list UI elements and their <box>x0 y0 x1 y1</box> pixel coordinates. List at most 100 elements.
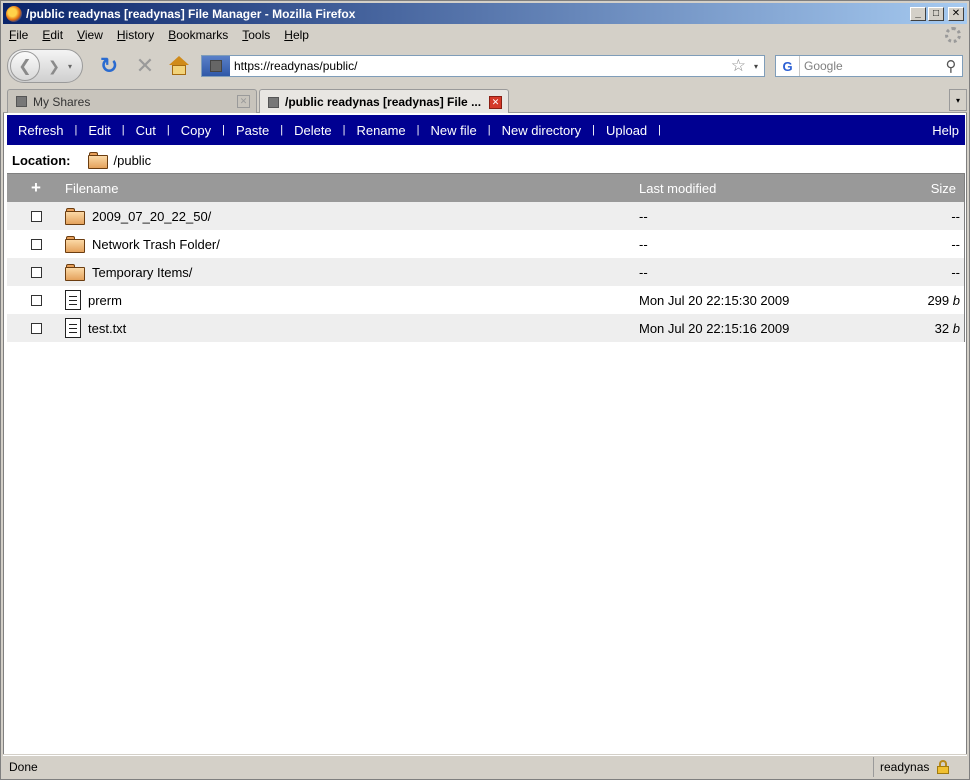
menu-help[interactable]: Help <box>284 28 309 42</box>
page-content: Refresh | Edit | Cut | Copy | Paste | De… <box>3 113 967 754</box>
upload-button[interactable]: Upload <box>595 123 658 138</box>
modified-cell: -- <box>639 236 648 252</box>
rename-button[interactable]: Rename <box>346 123 417 138</box>
new-file-button[interactable]: New file <box>420 123 488 138</box>
toolbar-separator: | <box>658 124 662 136</box>
document-icon <box>65 290 81 310</box>
tab-label: /public readynas [readynas] File ... <box>285 95 482 109</box>
status-text: Done <box>9 759 38 774</box>
home-icon <box>169 56 189 65</box>
tab-favicon-icon <box>268 96 279 108</box>
select-all-toggle[interactable]: + <box>7 178 65 198</box>
table-row: 2009_07_20_22_50/ -- -- <box>7 202 964 230</box>
tab-strip: My Shares ✕ /public readynas [readynas] … <box>3 87 967 114</box>
folder-icon <box>65 235 85 253</box>
forward-button[interactable]: ❯ <box>42 54 66 78</box>
size-cell: -- <box>951 208 960 224</box>
row-checkbox[interactable] <box>30 322 42 334</box>
file-name-link[interactable]: Temporary Items/ <box>92 265 192 280</box>
modified-cell: Mon Jul 20 22:15:16 2009 <box>639 320 790 336</box>
new-directory-button[interactable]: New directory <box>491 123 592 138</box>
window-title: /public readynas [readynas] File Manager… <box>26 6 356 21</box>
copy-button[interactable]: Copy <box>170 123 222 138</box>
row-checkbox[interactable] <box>30 266 42 278</box>
navigation-toolbar: ❮ ❯ ▾ ↻ ✕ https://readynas/public/ ☆ ▾ G… <box>3 47 967 85</box>
tab-close-icon[interactable]: ✕ <box>237 95 250 108</box>
bookmark-star-icon[interactable]: ☆ <box>731 56 746 76</box>
menu-file[interactable]: File <box>9 28 28 42</box>
menu-bar: File Edit View History Bookmarks Tools H… <box>3 25 967 45</box>
menu-view[interactable]: View <box>77 28 103 42</box>
modified-cell: -- <box>639 264 648 280</box>
size-cell: 299 b <box>927 292 960 308</box>
row-checkbox[interactable] <box>30 294 42 306</box>
modified-cell: -- <box>639 208 648 224</box>
tab-label: My Shares <box>33 94 91 109</box>
search-engine-icon[interactable]: G <box>776 56 800 76</box>
help-link[interactable]: Help <box>932 123 965 138</box>
edit-button[interactable]: Edit <box>77 123 121 138</box>
reload-button[interactable]: ↻ <box>97 53 121 79</box>
file-name-link[interactable]: 2009_07_20_22_50/ <box>92 209 211 224</box>
file-name-link[interactable]: prerm <box>88 293 122 308</box>
location-path[interactable]: /public <box>114 153 152 168</box>
lock-icon <box>937 759 950 774</box>
site-identity-button[interactable] <box>202 56 230 76</box>
back-forward-group: ❮ ❯ ▾ <box>7 49 83 83</box>
maximize-button[interactable]: □ <box>928 6 944 21</box>
size-cell: -- <box>951 236 960 252</box>
status-bar: Done readynas <box>3 755 967 777</box>
url-bar[interactable]: https://readynas/public/ ☆ ▾ <box>201 55 765 77</box>
column-size[interactable]: Size <box>869 181 964 196</box>
minimize-button[interactable]: _ <box>910 6 926 21</box>
menu-history[interactable]: History <box>117 28 154 42</box>
column-last-modified[interactable]: Last modified <box>639 181 869 196</box>
document-icon <box>65 318 81 338</box>
back-button[interactable]: ❮ <box>10 51 40 81</box>
location-label: Location: <box>12 152 71 168</box>
row-checkbox[interactable] <box>30 238 42 250</box>
search-input[interactable]: Google <box>800 59 940 73</box>
refresh-button[interactable]: Refresh <box>7 123 75 138</box>
search-bar[interactable]: G Google ⚲ <box>775 55 963 77</box>
folder-icon <box>65 263 85 281</box>
location-bar: Location: /public <box>7 147 965 173</box>
site-favicon-icon <box>210 60 222 72</box>
table-header: + Filename Last modified Size <box>7 174 964 202</box>
title-bar: /public readynas [readynas] File Manager… <box>3 3 967 24</box>
table-row: Network Trash Folder/ -- -- <box>7 230 964 258</box>
table-row: test.txt Mon Jul 20 22:15:16 2009 32 b <box>7 314 964 342</box>
column-filename[interactable]: Filename <box>65 181 639 196</box>
menu-tools[interactable]: Tools <box>242 28 270 42</box>
stop-button[interactable]: ✕ <box>133 53 157 79</box>
status-host[interactable]: readynas <box>873 756 967 777</box>
folder-icon <box>65 207 85 225</box>
firefox-icon <box>6 5 22 22</box>
url-input[interactable]: https://readynas/public/ <box>230 59 731 73</box>
search-icon[interactable]: ⚲ <box>940 57 962 75</box>
tab-favicon-icon <box>16 96 27 107</box>
tab-my-shares[interactable]: My Shares ✕ <box>7 89 257 113</box>
file-manager-toolbar: Refresh | Edit | Cut | Copy | Paste | De… <box>7 115 965 145</box>
file-name-link[interactable]: Network Trash Folder/ <box>92 237 220 252</box>
row-checkbox[interactable] <box>30 210 42 222</box>
tab-file-manager[interactable]: /public readynas [readynas] File ... ✕ <box>259 89 509 114</box>
tab-list-button[interactable]: ▾ <box>949 89 967 111</box>
url-dropdown-icon[interactable]: ▾ <box>754 62 758 71</box>
file-name-link[interactable]: test.txt <box>88 321 126 336</box>
home-button[interactable] <box>167 55 191 77</box>
size-cell: -- <box>951 264 960 280</box>
browser-window: /public readynas [readynas] File Manager… <box>0 0 970 780</box>
history-dropdown-icon[interactable]: ▾ <box>68 62 72 71</box>
menu-edit[interactable]: Edit <box>42 28 63 42</box>
size-cell: 32 b <box>934 320 960 336</box>
tab-close-icon[interactable]: ✕ <box>489 95 502 109</box>
paste-button[interactable]: Paste <box>225 123 280 138</box>
menu-bookmarks[interactable]: Bookmarks <box>168 28 228 42</box>
table-row: prerm Mon Jul 20 22:15:30 2009 299 b <box>7 286 964 314</box>
close-button[interactable]: ✕ <box>948 6 964 21</box>
delete-button[interactable]: Delete <box>283 123 343 138</box>
table-row: Temporary Items/ -- -- <box>7 258 964 286</box>
folder-icon <box>87 151 108 169</box>
cut-button[interactable]: Cut <box>125 123 167 138</box>
